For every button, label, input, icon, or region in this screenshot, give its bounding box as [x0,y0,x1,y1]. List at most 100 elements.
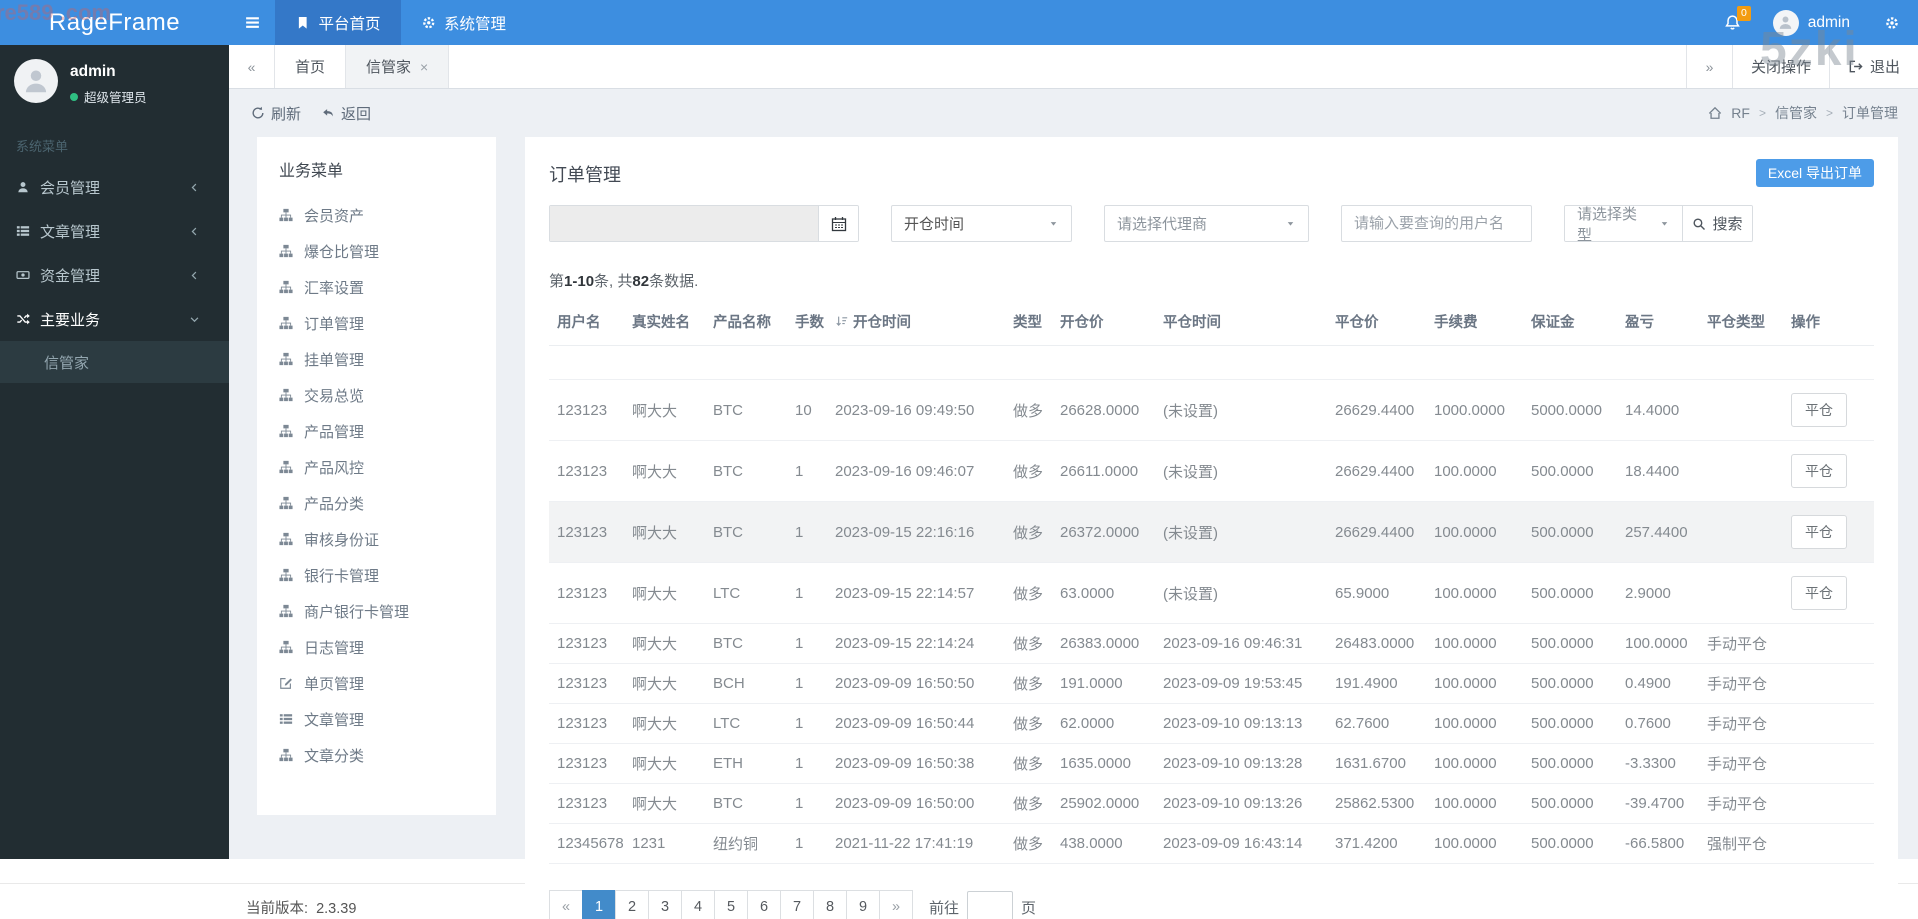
biz-menu-item-merchant-bank-card[interactable]: 商户银行卡管理 [257,593,496,629]
table-cell: 500.0000 [1523,743,1617,784]
sidebar-item-main-business[interactable]: 主要业务 [0,297,229,341]
pagination-page-2[interactable]: 2 [615,890,649,919]
biz-menu-item-id-verification[interactable]: 审核身份证 [257,521,496,557]
breadcrumb-separator: > [1825,106,1833,120]
biz-menu-item-liquidation-ratio[interactable]: 爆仓比管理 [257,233,496,269]
table-cell [1699,345,1783,380]
table-cell: 500.0000 [1523,440,1617,502]
biz-menu-item-product-management[interactable]: 产品管理 [257,413,496,449]
biz-menu-item-article-management[interactable]: 文章管理 [257,701,496,737]
calendar-button[interactable] [818,206,858,241]
notifications-button[interactable]: 0 [1708,0,1757,45]
refresh-button[interactable]: 刷新 [251,103,301,124]
column-header-label: 保证金 [1531,315,1575,331]
table-cell: 做多 [1005,703,1052,744]
sidebar-toggle-button[interactable] [229,0,275,45]
online-status-icon [70,92,78,101]
table-cell: 500.0000 [1523,703,1617,744]
list-icon [16,224,40,238]
brand-logo[interactable]: RageFrame [0,0,229,45]
sitemap-icon [279,388,293,402]
column-header-保证金: 保证金 [1523,301,1617,346]
table-cell: 啊大大 [624,440,705,502]
user-menu[interactable]: admin [1757,0,1866,45]
refresh-label: 刷新 [271,105,302,123]
pagination-page-3[interactable]: 3 [648,890,682,919]
close-position-button[interactable]: 平仓 [1791,515,1847,549]
breadcrumb-home[interactable]: RF [1731,105,1750,121]
biz-menu-item-label: 产品风控 [304,459,365,477]
sitemap-icon [279,352,293,366]
pagination-page-4[interactable]: 4 [681,890,715,919]
close-operations-button[interactable]: 关闭操作 [1731,45,1829,88]
table-cell: 2023-09-09 19:53:45 [1155,663,1327,704]
close-operations-label: 关闭操作 [1750,59,1811,76]
tabs-scroll-left-button[interactable]: « [229,45,275,88]
back-button[interactable]: 返回 [321,103,371,124]
biz-menu-item-exchange-rate[interactable]: 汇率设置 [257,269,496,305]
close-position-button[interactable]: 平仓 [1791,454,1847,488]
action-cell: 平仓 [1783,501,1874,563]
table-cell: 191.4900 [1327,663,1426,704]
table-cell: 26629.4400 [1327,440,1426,502]
table-cell [827,345,1005,380]
tabs-scroll-right-button[interactable]: » [1685,45,1732,88]
pagination: «1 2 3 4 5 6 7 8 9» [549,890,913,919]
biz-menu-item-log-management[interactable]: 日志管理 [257,629,496,665]
biz-menu-item-trade-overview[interactable]: 交易总览 [257,377,496,413]
time-type-select[interactable]: 开仓时间 [891,205,1072,242]
pagination-page-6[interactable]: 6 [747,890,781,919]
tab-xinguanjia[interactable]: 信管家 × [346,45,450,88]
biz-menu-item-product-risk[interactable]: 产品风控 [257,449,496,485]
time-type-value: 开仓时间 [904,216,965,233]
goto-page-input[interactable] [967,891,1014,919]
username-search-input[interactable] [1341,205,1532,242]
biz-menu-item-single-page[interactable]: 单页管理 [257,665,496,701]
excel-export-button[interactable]: Excel 导出订单 [1755,159,1874,187]
table-cell: 100.0000 [1426,703,1523,744]
nav-item-system-management[interactable]: 系统管理 [401,0,527,45]
table-cell: 500.0000 [1523,623,1617,664]
biz-menu-item-bank-card[interactable]: 银行卡管理 [257,557,496,593]
pagination-page-5[interactable]: 5 [714,890,748,919]
column-header-label: 平仓时间 [1163,315,1221,331]
type-select[interactable]: 请选择类型 [1565,206,1682,241]
content-area: 业务菜单 会员资产 爆仓比管理 汇率设置 订单管理 挂单管理 交易总览 产品管理 产品风控 产品… [229,137,1918,919]
table-cell: 123123 [549,663,624,704]
sidebar-item-articles[interactable]: 文章管理 [0,209,229,253]
sidebar-item-xinguanjia[interactable]: 信管家 [0,341,229,383]
biz-menu-item-article-category[interactable]: 文章分类 [257,737,496,773]
chevron-left-icon [189,226,213,237]
search-button[interactable]: 搜索 [1682,206,1752,241]
logout-button[interactable]: 退出 [1828,45,1918,88]
biz-menu-item-member-assets[interactable]: 会员资产 [257,197,496,233]
settings-button[interactable] [1866,0,1918,45]
table-cell: 123123 [549,501,624,563]
pagination-page-1[interactable]: 1 [582,890,616,919]
pagination-page-8[interactable]: 8 [813,890,847,919]
agent-select[interactable]: 请选择代理商 [1104,205,1309,242]
tab-home[interactable]: 首页 [275,45,347,88]
column-header-label: 类型 [1013,315,1042,331]
biz-menu-item-order-management[interactable]: 订单管理 [257,305,496,341]
pagination-next-button[interactable]: » [879,890,913,919]
table-cell: 25902.0000 [1052,783,1155,824]
pagination-page-9[interactable]: 9 [846,890,880,919]
close-position-button[interactable]: 平仓 [1791,576,1847,610]
nav-item-platform-home[interactable]: 平台首页 [275,0,401,45]
close-tab-icon[interactable]: × [420,59,428,75]
pagination-prev-button[interactable]: « [549,890,583,919]
sidebar-item-funds[interactable]: 资金管理 [0,253,229,297]
biz-menu-item-product-category[interactable]: 产品分类 [257,485,496,521]
biz-menu-item-pending-orders[interactable]: 挂单管理 [257,341,496,377]
action-cell [1783,623,1874,664]
pagination-page-7[interactable]: 7 [780,890,814,919]
breadcrumb: RF > 信管家 > 订单管理 [1708,103,1898,123]
date-range-input[interactable] [550,206,818,241]
action-cell [1783,663,1874,704]
breadcrumb-item[interactable]: 信管家 [1775,103,1817,123]
close-position-button[interactable]: 平仓 [1791,393,1847,427]
avatar [14,59,58,103]
column-header-开仓时间[interactable]: 开仓时间 [827,301,1005,346]
sidebar-item-members[interactable]: 会员管理 [0,165,229,209]
